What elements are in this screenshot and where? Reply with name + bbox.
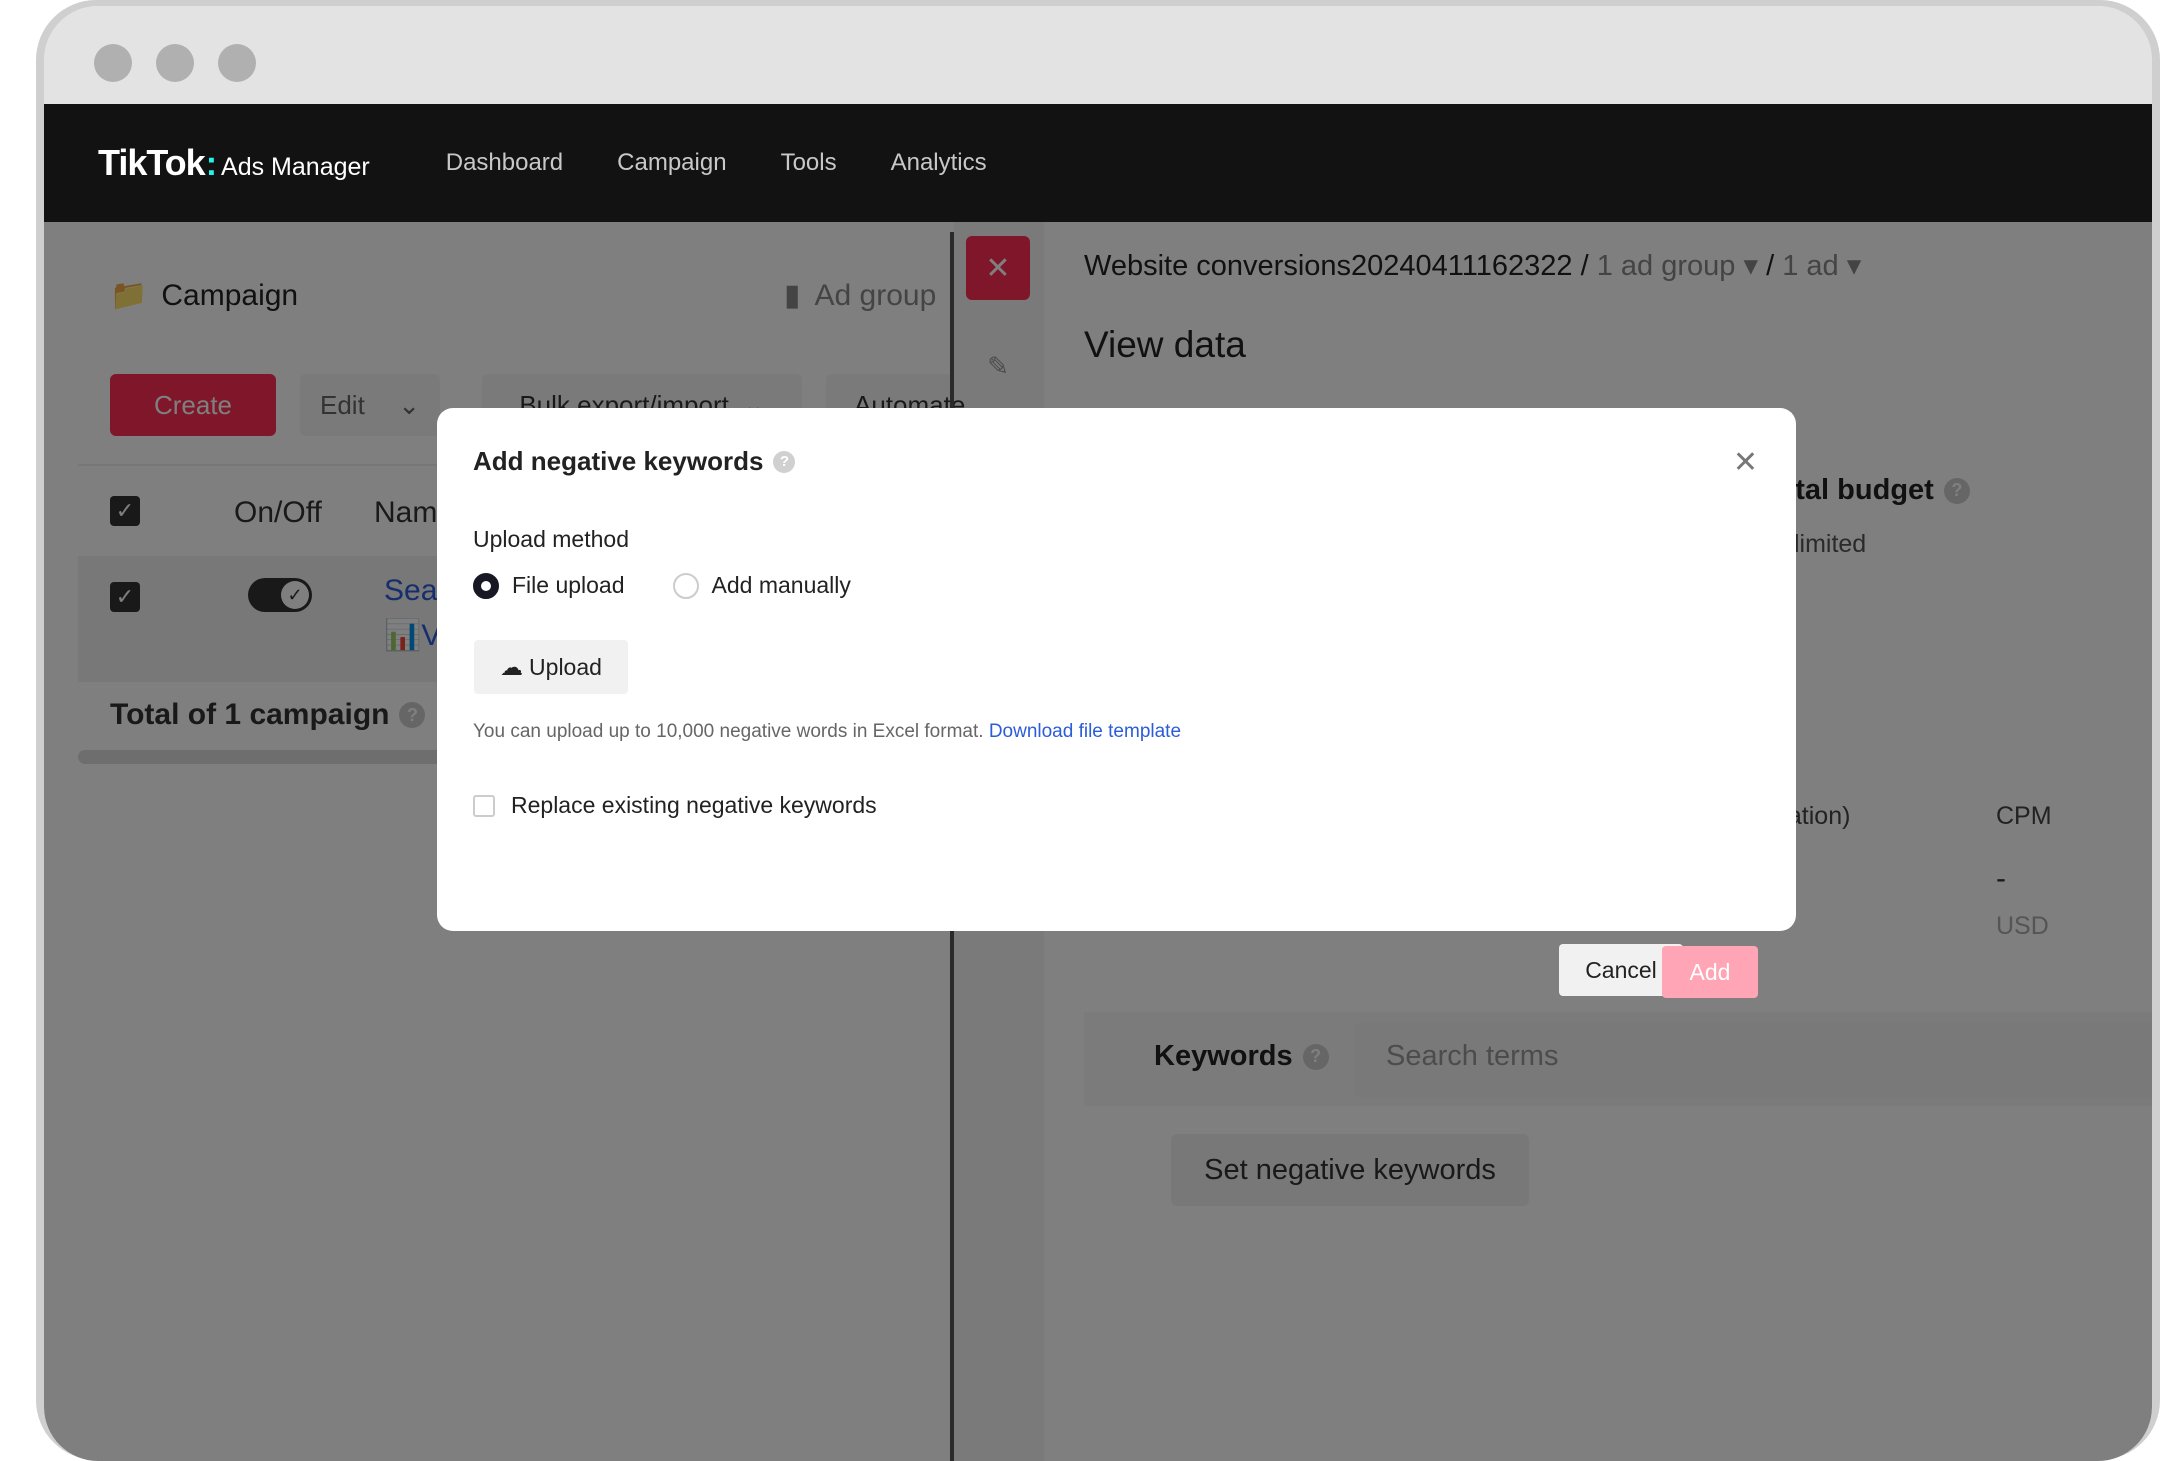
- browser-frame: TikTok : Ads Manager Dashboard Campaign …: [36, 0, 2160, 1461]
- replace-existing-row: Replace existing negative keywords: [473, 792, 877, 819]
- upload-hint: You can upload up to 10,000 negative wor…: [473, 721, 1181, 743]
- title-bar: [44, 6, 2152, 104]
- nav-analytics[interactable]: Analytics: [891, 149, 987, 177]
- window-maximize-dot[interactable]: [218, 44, 256, 82]
- browser-window: TikTok : Ads Manager Dashboard Campaign …: [44, 6, 2152, 1461]
- replace-existing-checkbox[interactable]: [473, 794, 495, 817]
- window-close-dot[interactable]: [94, 44, 132, 82]
- tiktok-logo[interactable]: TikTok : Ads Manager: [98, 142, 370, 184]
- cloud-upload-icon: ☁: [500, 653, 524, 680]
- logo-colon-icon: :: [205, 145, 218, 183]
- nav-dashboard[interactable]: Dashboard: [446, 149, 563, 177]
- add-manually-radio[interactable]: [672, 572, 699, 599]
- close-icon[interactable]: ✕: [1733, 448, 1758, 478]
- file-upload-radio[interactable]: [473, 572, 499, 599]
- replace-existing-label[interactable]: Replace existing negative keywords: [511, 792, 877, 819]
- top-nav: TikTok : Ads Manager Dashboard Campaign …: [44, 104, 2152, 222]
- download-template-link[interactable]: Download file template: [989, 721, 1181, 742]
- nav-campaign[interactable]: Campaign: [617, 149, 726, 177]
- add-manually-label[interactable]: Add manually: [712, 572, 851, 599]
- help-icon[interactable]: ?: [773, 450, 796, 473]
- add-negative-keywords-modal: Add negative keywords ? ✕ Upload method …: [437, 408, 1796, 996]
- logo-brand: TikTok: [98, 142, 206, 183]
- nav-tools[interactable]: Tools: [781, 149, 837, 177]
- window-minimize-dot[interactable]: [156, 44, 194, 82]
- logo-product: Ads Manager: [221, 153, 370, 181]
- hint-text: You can upload up to 10,000 negative wor…: [473, 721, 984, 742]
- upload-method-radio-group: File upload Add manually: [473, 572, 851, 599]
- upload-method-label: Upload method: [473, 526, 629, 552]
- modal-title: Add negative keywords ?: [473, 446, 796, 477]
- file-upload-label[interactable]: File upload: [512, 572, 625, 599]
- modal-title-text: Add negative keywords: [473, 446, 764, 476]
- upload-label: Upload: [529, 653, 602, 680]
- upload-button[interactable]: ☁ Upload: [474, 640, 628, 694]
- add-button[interactable]: Add: [1662, 946, 1758, 998]
